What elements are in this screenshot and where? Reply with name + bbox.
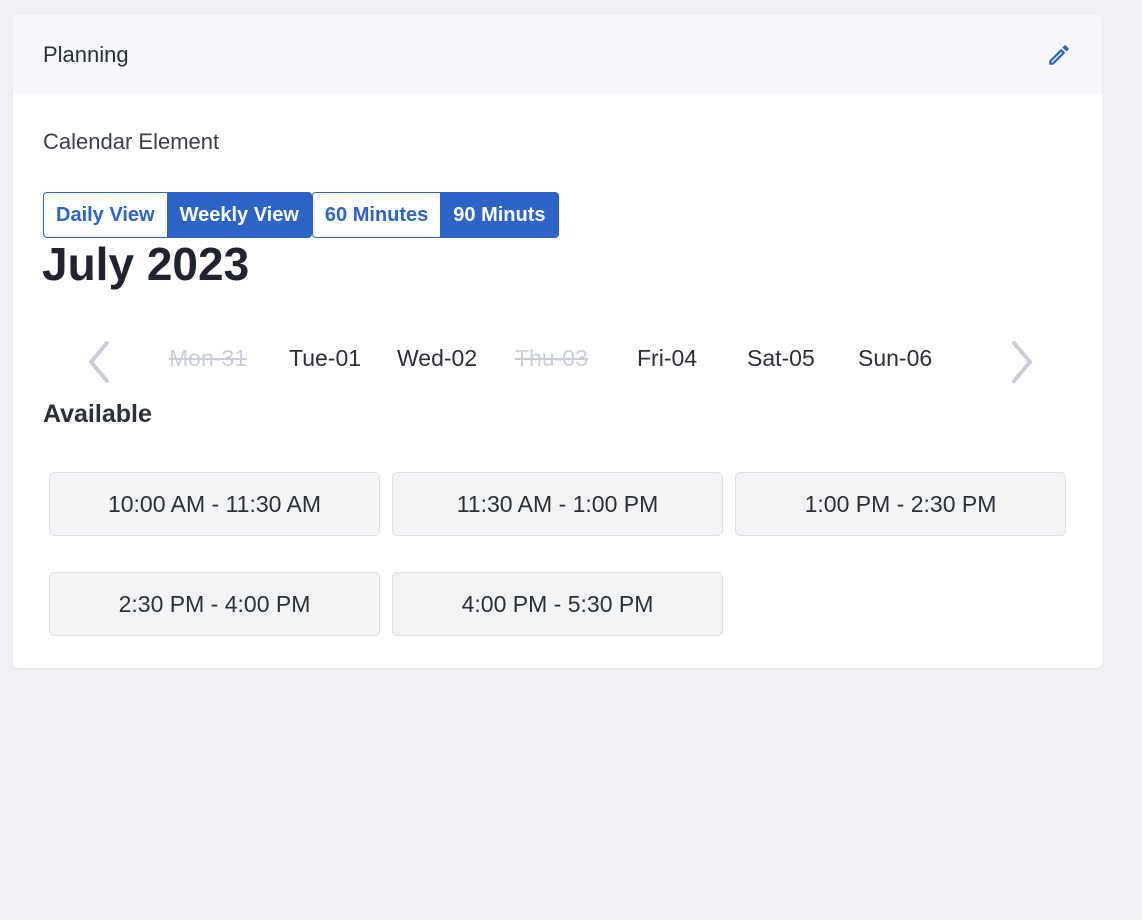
ninety-minutes-button[interactable]: 90 Minuts xyxy=(441,192,559,238)
time-slot[interactable]: 10:00 AM - 11:30 AM xyxy=(49,472,380,536)
weekly-view-button[interactable]: Weekly View xyxy=(167,192,312,238)
day-thu-03: Thu-03 xyxy=(515,345,588,371)
available-label: Available xyxy=(43,400,152,428)
daily-view-button[interactable]: Daily View xyxy=(43,192,168,238)
sixty-minutes-button[interactable]: 60 Minutes xyxy=(311,192,442,238)
pencil-icon[interactable] xyxy=(1046,42,1072,68)
day-tue-01[interactable]: Tue-01 xyxy=(289,345,361,372)
planning-card: Planning Calendar Element Daily View Wee… xyxy=(13,15,1102,668)
card-header: Planning xyxy=(13,15,1102,94)
time-slot[interactable]: 1:00 PM - 2:30 PM xyxy=(735,472,1066,536)
card-title: Planning xyxy=(43,41,129,67)
day-wed-02[interactable]: Wed-02 xyxy=(397,345,477,372)
view-toggle-group: Daily View Weekly View xyxy=(43,192,312,238)
day-sun-06[interactable]: Sun-06 xyxy=(858,345,932,372)
week-navigator: Mon-31 Tue-01 Wed-02 Thu-03 Fri-04 Sat-0… xyxy=(43,337,1043,387)
chevron-left-icon[interactable] xyxy=(83,337,123,387)
duration-toggle-group: 60 Minutes 90 Minuts xyxy=(311,192,559,238)
day-mon-31: Mon-31 xyxy=(169,345,247,371)
element-label: Calendar Element xyxy=(43,129,220,154)
month-title: July 2023 xyxy=(42,238,250,290)
toggle-row: Daily View Weekly View 60 Minutes 90 Min… xyxy=(43,192,559,238)
time-slot[interactable]: 4:00 PM - 5:30 PM xyxy=(392,572,723,636)
time-slot[interactable]: 11:30 AM - 1:00 PM xyxy=(392,472,723,536)
time-slot[interactable]: 2:30 PM - 4:00 PM xyxy=(49,572,380,636)
chevron-right-icon[interactable] xyxy=(998,337,1038,387)
day-fri-04[interactable]: Fri-04 xyxy=(637,345,697,372)
day-sat-05[interactable]: Sat-05 xyxy=(747,345,815,372)
